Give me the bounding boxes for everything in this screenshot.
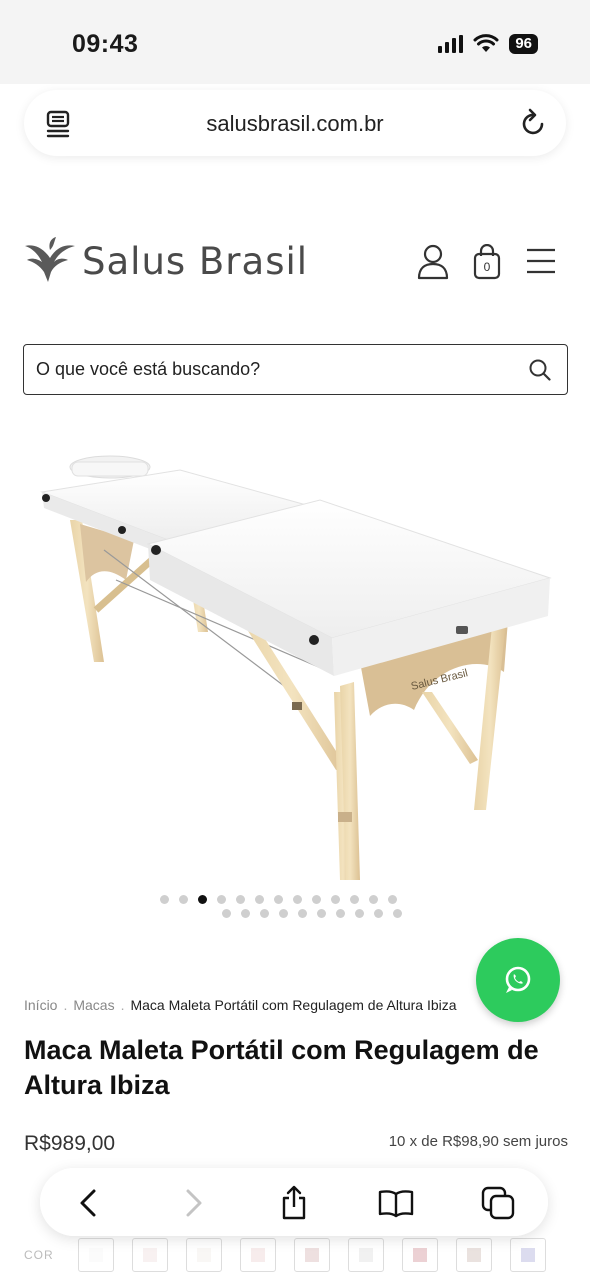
search-input[interactable]	[36, 345, 516, 393]
cart-button[interactable]: 0	[472, 244, 502, 280]
bookmarks-button[interactable]	[376, 1183, 416, 1223]
color-swatch[interactable]	[132, 1238, 168, 1272]
whatsapp-icon	[505, 966, 531, 993]
bird-logo-icon	[25, 237, 75, 282]
book-icon	[378, 1190, 414, 1218]
carousel-dot[interactable]	[160, 895, 169, 904]
search-icon[interactable]	[529, 359, 551, 381]
product-title: Maca Maleta Portátil com Regulagem de Al…	[24, 1035, 539, 1100]
breadcrumb-home[interactable]: Início	[24, 997, 57, 1013]
carousel-dots[interactable]	[160, 893, 432, 920]
carousel-dot-active[interactable]	[198, 895, 207, 904]
color-swatch-fill	[89, 1248, 103, 1262]
carousel-dot[interactable]	[336, 909, 345, 918]
search-box[interactable]	[23, 344, 568, 395]
cart-count: 0	[483, 260, 491, 274]
color-swatch-fill	[251, 1248, 265, 1262]
carousel-dot[interactable]	[236, 895, 245, 904]
carousel-dot[interactable]	[217, 895, 226, 904]
back-button[interactable]	[68, 1183, 108, 1223]
product-image[interactable]: Salus Brasil	[30, 440, 560, 890]
logo-text: Salus Brasil	[82, 239, 309, 283]
carousel-dot[interactable]	[274, 895, 283, 904]
color-swatches	[78, 1238, 546, 1272]
breadcrumb-separator: .	[63, 997, 68, 1013]
status-icons: 96	[438, 33, 538, 55]
dot-row	[160, 893, 432, 906]
reload-icon[interactable]	[520, 108, 548, 138]
carousel-dot[interactable]	[393, 909, 402, 918]
color-swatch[interactable]	[294, 1238, 330, 1272]
breadcrumb-current: Maca Maleta Portátil com Regulagem de Al…	[130, 997, 457, 1013]
carousel-dot[interactable]	[355, 909, 364, 918]
color-swatch-fill	[521, 1248, 535, 1262]
carousel-dot[interactable]	[255, 895, 264, 904]
color-swatch-fill	[467, 1248, 481, 1262]
carousel-dot[interactable]	[331, 895, 340, 904]
site-header: Salus Brasil 0	[0, 230, 590, 300]
wifi-icon	[473, 34, 499, 52]
carousel-dot[interactable]	[312, 895, 321, 904]
carousel-dot[interactable]	[374, 909, 383, 918]
breadcrumb: Início. Macas. Maca Maleta Portátil com Re…	[24, 997, 494, 1013]
carousel-dot[interactable]	[388, 895, 397, 904]
logo[interactable]: Salus Brasil	[24, 236, 308, 286]
color-swatch-fill	[359, 1248, 373, 1262]
carousel-dot[interactable]	[369, 895, 378, 904]
color-label: COR	[24, 1248, 54, 1262]
color-swatch-fill	[143, 1248, 157, 1262]
carousel-dot[interactable]	[293, 895, 302, 904]
carousel-dot[interactable]	[298, 909, 307, 918]
tabs-button[interactable]	[478, 1183, 518, 1223]
status-bar: 09:43 96	[0, 0, 590, 84]
tabs-icon	[481, 1186, 515, 1220]
color-swatch[interactable]	[78, 1238, 114, 1272]
carousel-dot[interactable]	[279, 909, 288, 918]
carousel-dot[interactable]	[241, 909, 250, 918]
color-swatch-fill	[413, 1248, 427, 1262]
battery-icon: 96	[509, 34, 538, 54]
share-icon	[282, 1185, 306, 1220]
color-swatch-fill	[305, 1248, 319, 1262]
color-swatch[interactable]	[456, 1238, 492, 1272]
share-button[interactable]	[274, 1183, 314, 1223]
color-swatch[interactable]	[186, 1238, 222, 1272]
forward-button[interactable]	[174, 1183, 214, 1223]
color-swatch-fill	[197, 1248, 211, 1262]
chevron-right-icon	[186, 1189, 202, 1217]
color-swatch[interactable]	[240, 1238, 276, 1272]
color-swatch[interactable]	[510, 1238, 546, 1272]
chevron-left-icon	[80, 1189, 96, 1217]
carousel-dot[interactable]	[260, 909, 269, 918]
carousel-dot[interactable]	[179, 895, 188, 904]
color-swatch[interactable]	[348, 1238, 384, 1272]
product-price: R$989,00	[24, 1132, 116, 1155]
signal-icon	[438, 35, 464, 53]
bottom-toolbar	[40, 1168, 548, 1236]
url-text[interactable]: salusbrasil.com.br	[24, 111, 566, 137]
menu-icon[interactable]	[526, 248, 556, 274]
installments-text: 10 x de R$98,90 sem juros	[388, 1133, 568, 1150]
color-swatch[interactable]	[402, 1238, 438, 1272]
carousel-dot[interactable]	[222, 909, 231, 918]
user-icon[interactable]	[417, 244, 449, 280]
dot-row	[222, 907, 432, 920]
address-bar[interactable]: salusbrasil.com.br	[24, 90, 566, 156]
carousel-dot[interactable]	[350, 895, 359, 904]
breadcrumb-category[interactable]: Macas	[73, 997, 114, 1013]
carousel-dot[interactable]	[317, 909, 326, 918]
breadcrumb-separator: .	[120, 997, 125, 1013]
status-time: 09:43	[72, 30, 139, 58]
